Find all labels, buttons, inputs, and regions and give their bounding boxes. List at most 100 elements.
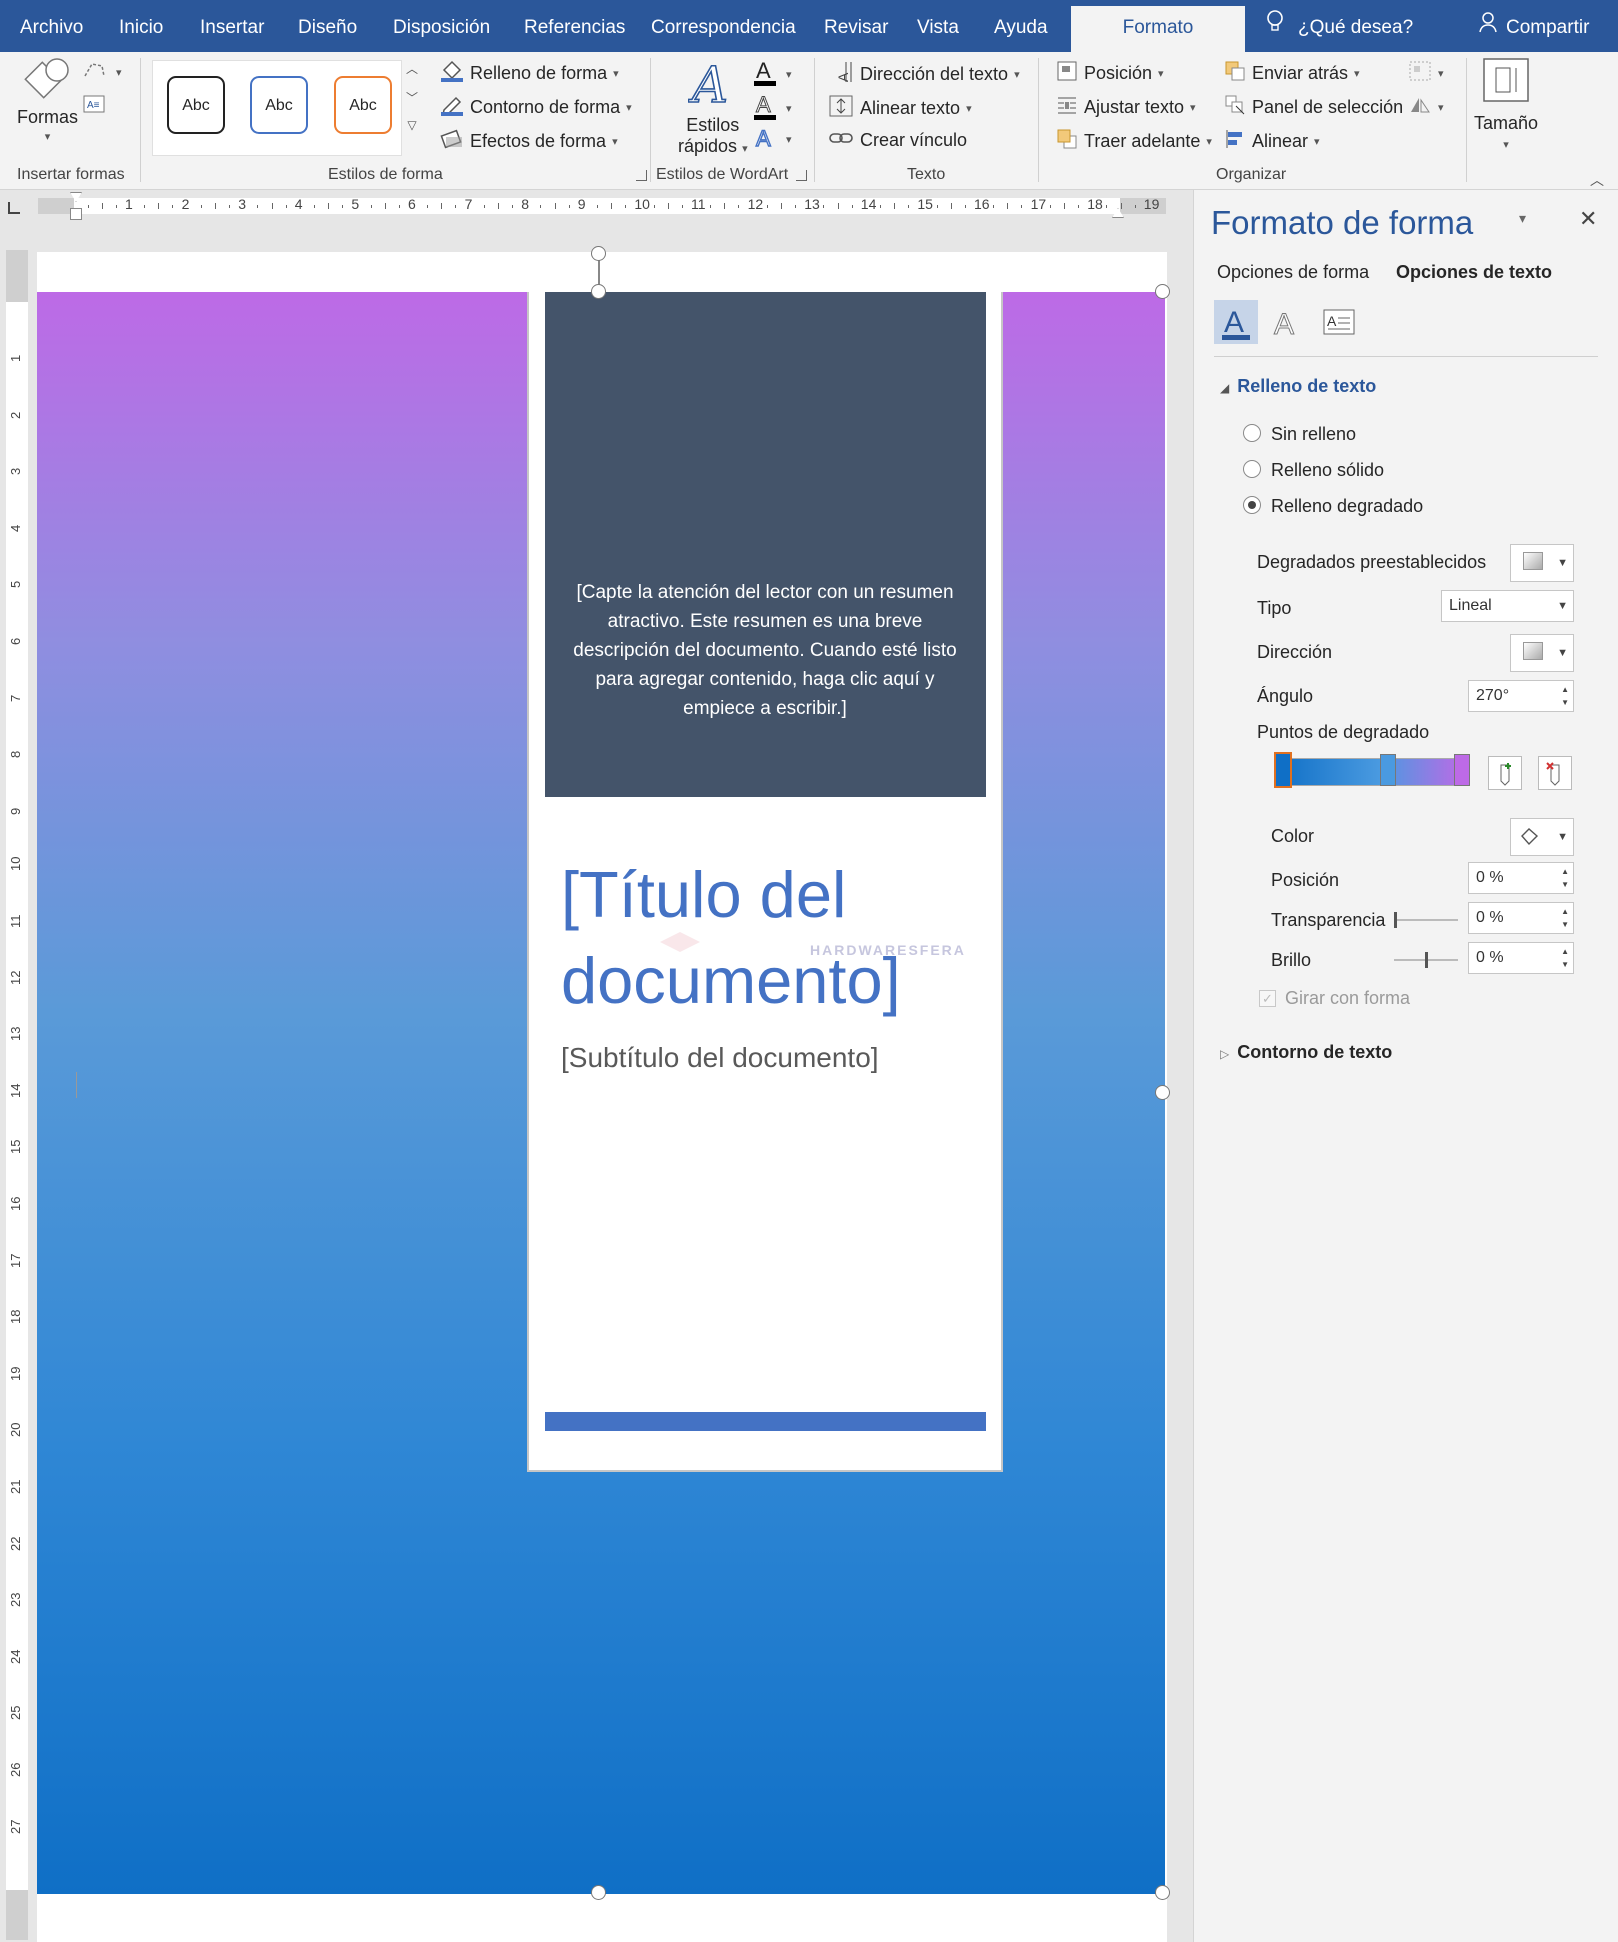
radio-solid-fill[interactable]	[1243, 460, 1261, 478]
dialog-launcher-icon[interactable]	[636, 170, 647, 181]
rotate-button[interactable]: ▾	[1408, 94, 1444, 121]
color-picker-dropdown[interactable]: ▼	[1510, 818, 1574, 856]
tab-revisar[interactable]: Revisar	[824, 0, 888, 52]
horizontal-ruler[interactable]: 1 2 3 4 5 6 7 8 9 10 11 12 13 14 15 16 17 18 19	[0, 190, 1193, 222]
selection-pane-label: Panel de selección	[1252, 97, 1404, 117]
tab-inicio[interactable]: Inicio	[119, 0, 163, 52]
ruler-tick	[879, 204, 881, 208]
remove-gradient-stop-button[interactable]	[1538, 756, 1572, 790]
pane-options-dropdown[interactable]: ▾	[1519, 210, 1526, 227]
add-gradient-stop-button[interactable]	[1488, 756, 1522, 790]
chevron-down-icon[interactable]: ﹀	[406, 89, 418, 106]
selection-pane-button[interactable]: Panel de selección	[1224, 94, 1403, 121]
tab-shape-options[interactable]: Opciones de forma	[1217, 262, 1369, 283]
slider-thumb[interactable]	[1425, 952, 1428, 968]
shape-outline-button[interactable]: Contorno de forma ▾	[440, 94, 632, 121]
shape-effects-button[interactable]: Efectos de forma ▾	[440, 128, 618, 155]
brightness-spinner[interactable]: 0 % ▲ ▼	[1468, 942, 1574, 974]
shapes-button[interactable]: Formas ▾	[17, 56, 78, 143]
shape-style-orange[interactable]: Abc	[334, 76, 392, 134]
resize-handle-right[interactable]	[1155, 1085, 1170, 1100]
group-objects-button[interactable]: ▾	[1408, 60, 1444, 87]
radio-no-fill[interactable]	[1243, 424, 1261, 442]
dialog-launcher-icon[interactable]	[796, 170, 807, 181]
chevron-up-icon[interactable]: ︿	[406, 60, 418, 77]
rotate-with-shape-checkbox[interactable]: ✓	[1259, 990, 1276, 1007]
type-dropdown[interactable]: Lineal ▼	[1441, 590, 1574, 622]
tab-vista[interactable]: Vista	[917, 0, 959, 52]
ruler-tick	[568, 204, 570, 208]
tab-text-options[interactable]: Opciones de texto	[1396, 262, 1552, 283]
resize-handle-top[interactable]	[591, 284, 606, 299]
resize-handle-top-right[interactable]	[1155, 284, 1170, 299]
direction-dropdown[interactable]: ▼	[1510, 634, 1574, 672]
size-button[interactable]: Tamaño ▾	[1474, 56, 1538, 151]
edit-shape-button[interactable]: ▾	[82, 60, 122, 85]
text-effects-tab[interactable]: A	[1264, 300, 1308, 344]
spinner-arrows-icon[interactable]: ▲ ▼	[1561, 683, 1569, 709]
shape-style-black[interactable]: Abc	[167, 76, 225, 134]
spinner-arrows-icon[interactable]: ▲ ▼	[1561, 865, 1569, 891]
text-effects-button[interactable]: A ▾	[752, 124, 791, 155]
send-backward-button[interactable]: Enviar atrás ▾	[1224, 60, 1360, 87]
close-pane-button[interactable]: ✕	[1579, 206, 1597, 232]
quick-styles-button[interactable]: A Estilos rápidos ▾	[678, 55, 748, 157]
text-direction-button[interactable]: A Dirección del texto ▾	[828, 60, 1020, 89]
text-outline-section-header[interactable]: ▷ Contorno de texto	[1220, 1042, 1392, 1063]
gallery-scroll[interactable]: ︿ ﹀ ▽	[406, 60, 418, 132]
angle-spinner[interactable]: 270° ▲ ▼	[1468, 680, 1574, 712]
create-link-button[interactable]: Crear vínculo	[828, 128, 967, 153]
slider-thumb[interactable]	[1394, 912, 1397, 928]
ruler-number: 8	[521, 196, 529, 212]
bring-forward-button[interactable]: Traer adelante ▾	[1056, 128, 1212, 155]
text-fill-section-header[interactable]: ◢ Relleno de texto	[1220, 376, 1376, 397]
resize-handle-bottom-right[interactable]	[1155, 1885, 1170, 1900]
transparency-spinner[interactable]: 0 % ▲ ▼	[1468, 902, 1574, 934]
ruler-number: 9	[577, 196, 586, 212]
align-button[interactable]: Alinear ▾	[1224, 128, 1320, 155]
rotation-handle[interactable]	[591, 246, 606, 261]
text-box-button[interactable]: A≡	[82, 94, 106, 119]
text-fill-button[interactable]: A ▾	[752, 58, 792, 91]
tell-me-search[interactable]: ¿Qué desea?	[1266, 0, 1413, 52]
align-text-button[interactable]: Alinear texto ▾	[828, 94, 972, 123]
position-button[interactable]: Posición ▾	[1056, 60, 1164, 87]
spinner-arrows-icon[interactable]: ▲ ▼	[1561, 905, 1569, 931]
vertical-ruler[interactable]: 1 2 3 4 5 6 7 8 9 10 11 12 13 14 15 16 17 18 19 20 21 22 23 24 2…	[6, 250, 28, 1940]
radio-gradient-fill[interactable]	[1243, 496, 1261, 514]
gradient-stop-3[interactable]	[1454, 754, 1470, 786]
brightness-slider[interactable]	[1394, 950, 1458, 970]
document-subtitle[interactable]: [Subtítulo del documento]	[561, 1042, 879, 1074]
spinner-arrows-icon[interactable]: ▲ ▼	[1561, 945, 1569, 971]
tab-diseno[interactable]: Diseño	[298, 0, 357, 52]
share-button[interactable]: Compartir	[1478, 0, 1589, 52]
collapse-ribbon-button[interactable]: ︿	[1590, 170, 1604, 190]
gradient-stop-2[interactable]	[1380, 754, 1396, 786]
tab-disposicion[interactable]: Disposición	[393, 0, 490, 52]
tab-correspondencia[interactable]: Correspondencia	[651, 0, 796, 52]
wrap-text-button[interactable]: Ajustar texto ▾	[1056, 94, 1196, 121]
tab-referencias[interactable]: Referencias	[524, 0, 625, 52]
tab-selector-icon[interactable]	[8, 202, 20, 214]
gradient-stops-bar[interactable]	[1274, 758, 1466, 786]
resize-handle-bottom[interactable]	[591, 1885, 606, 1900]
tab-ayuda[interactable]: Ayuda	[994, 0, 1048, 52]
gradient-stop-1[interactable]	[1274, 752, 1292, 788]
preset-gradients-dropdown[interactable]: ▼	[1510, 544, 1574, 582]
shape-fill-button[interactable]: Relleno de forma ▾	[440, 60, 619, 87]
transparency-slider[interactable]	[1394, 910, 1458, 930]
tab-archivo[interactable]: Archivo	[20, 0, 83, 52]
document-title[interactable]: [Título del documento]	[561, 852, 981, 1024]
left-indent-marker[interactable]	[70, 208, 82, 220]
abstract-text[interactable]: [Capte la atención del lector con un res…	[566, 578, 964, 723]
bring-forward-label: Traer adelante	[1084, 131, 1201, 151]
tab-insertar[interactable]: Insertar	[200, 0, 264, 52]
text-box-tab[interactable]: A	[1316, 300, 1360, 344]
ruler-tick	[313, 204, 315, 208]
shape-style-blue[interactable]: Abc	[250, 76, 308, 134]
position-spinner[interactable]: 0 % ▲ ▼	[1468, 862, 1574, 894]
tab-formato[interactable]: Formato	[1071, 6, 1245, 52]
gallery-more-icon[interactable]: ▽	[407, 118, 416, 132]
text-fill-outline-tab[interactable]: A	[1214, 300, 1258, 344]
text-outline-button[interactable]: A ▾	[752, 92, 792, 125]
